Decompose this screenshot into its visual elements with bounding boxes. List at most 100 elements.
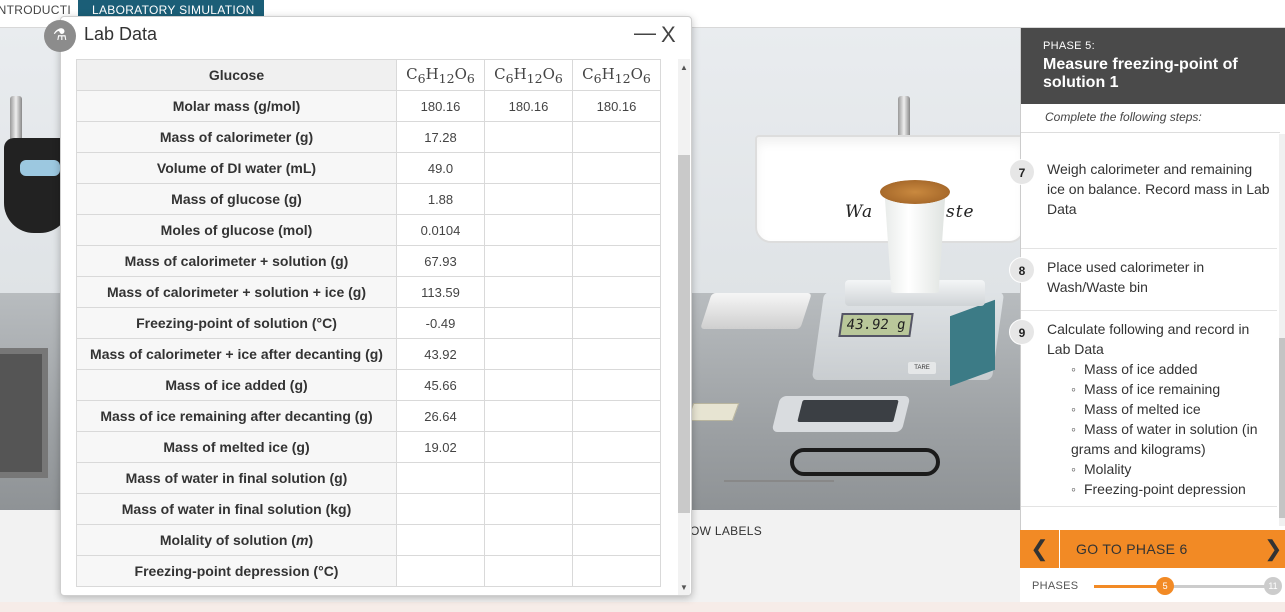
phases-label: PHASES — [1032, 580, 1079, 592]
data-cell-col-1[interactable]: 0.0104 — [396, 214, 485, 246]
data-cell-col-3[interactable] — [572, 462, 661, 494]
data-cell-col-1[interactable]: 67.93 — [396, 245, 485, 277]
lab-data-title: Lab Data — [84, 24, 158, 44]
data-cell-col-1[interactable]: 113.59 — [396, 276, 485, 308]
data-cell-col-3[interactable] — [572, 400, 661, 432]
data-cell-col-3[interactable] — [572, 493, 661, 525]
lab-data-scroll-thumb[interactable] — [678, 155, 690, 513]
row-label: Mass of glucose (g) — [76, 183, 397, 215]
header-label: Glucose — [76, 59, 397, 91]
data-cell-col-1[interactable]: 1.88 — [396, 183, 485, 215]
test-tube-rack[interactable] — [686, 403, 740, 421]
data-cell-col-1[interactable] — [396, 524, 485, 556]
data-cell-col-2[interactable] — [484, 152, 573, 184]
data-cell-col-3[interactable] — [572, 276, 661, 308]
data-cell-col-3[interactable]: 180.16 — [572, 90, 661, 122]
data-cell-col-1[interactable]: 45.66 — [396, 369, 485, 401]
data-cell-col-1[interactable]: 26.64 — [396, 400, 485, 432]
bottom-strip — [0, 602, 1285, 612]
step-number: 9 — [1009, 319, 1035, 345]
row-label: Mass of melted ice (g) — [76, 431, 397, 463]
data-cell-col-2[interactable] — [484, 245, 573, 277]
data-cell-col-3[interactable] — [572, 307, 661, 339]
data-cell-col-3[interactable] — [572, 524, 661, 556]
data-cell-col-3[interactable] — [572, 555, 661, 587]
data-cell-col-2[interactable] — [484, 307, 573, 339]
step-7: 7 Weigh calorimeter and remaining ice on… — [1009, 151, 1277, 249]
thermometer-screen — [797, 400, 899, 422]
go-to-phase-button[interactable]: GO TO PHASE 6 — [1076, 530, 1188, 568]
data-cell-col-1[interactable]: -0.49 — [396, 307, 485, 339]
data-cell-col-1[interactable]: 180.16 — [396, 90, 485, 122]
list-item: Mass of melted ice — [1071, 399, 1273, 419]
data-cell-col-3[interactable] — [572, 369, 661, 401]
instructions-panel: PHASE 5: Measure freezing-point of solut… — [1009, 28, 1285, 602]
chevron-left-icon[interactable]: ❮ — [1020, 530, 1060, 568]
lab-data-table: Glucose C6H12O6 C6H12O6 C6H12O6 Molar ma… — [76, 59, 661, 587]
table-row: Mass of glucose (g) 1.88 — [76, 183, 661, 215]
tab-introduction[interactable]: INTRODUCTION — [0, 0, 70, 18]
data-cell-col-1[interactable]: 17.28 — [396, 121, 485, 153]
row-label: Volume of DI water (mL) — [76, 152, 397, 184]
data-cell-col-1[interactable]: 49.0 — [396, 152, 485, 184]
data-cell-col-2[interactable] — [484, 369, 573, 401]
data-cell-col-2[interactable]: 180.16 — [484, 90, 573, 122]
list-item: Mass of ice added — [1071, 359, 1273, 379]
data-cell-col-1[interactable] — [396, 462, 485, 494]
data-cell-col-2[interactable] — [484, 214, 573, 246]
flask-icon: ⚗ — [44, 20, 76, 52]
weighing-dish-stack[interactable] — [700, 293, 812, 329]
data-cell-col-2[interactable] — [484, 555, 573, 587]
data-cell-col-2[interactable] — [484, 183, 573, 215]
header-formula-1: C6H12O6 — [396, 59, 485, 91]
scroll-up-icon[interactable]: ▲ — [680, 63, 688, 72]
current-phase-dot[interactable]: 5 — [1156, 577, 1175, 595]
sink — [0, 348, 48, 478]
data-cell-col-1[interactable] — [396, 493, 485, 525]
data-cell-col-2[interactable] — [484, 121, 573, 153]
phase-title: Measure freezing-point of solution 1 — [1043, 56, 1238, 91]
tare-button[interactable]: TARE — [908, 362, 936, 374]
data-cell-col-2[interactable] — [484, 462, 573, 494]
data-cell-col-3[interactable] — [572, 338, 661, 370]
table-row: Mass of water in final solution (g) — [76, 462, 661, 494]
lab-data-table-container[interactable]: Glucose C6H12O6 C6H12O6 C6H12O6 Molar ma… — [76, 59, 676, 589]
chevron-right-icon[interactable]: ❯ — [1264, 530, 1282, 568]
minimize-button[interactable]: — — [634, 20, 656, 46]
calorimeter-contents — [880, 180, 950, 204]
data-cell-col-3[interactable] — [572, 245, 661, 277]
table-row: Freezing-point depression (°C) — [76, 555, 661, 587]
data-cell-col-3[interactable] — [572, 431, 661, 463]
row-label: Mass of water in final solution (g) — [76, 462, 397, 494]
data-cell-col-2[interactable] — [484, 276, 573, 308]
step-9-content: Calculate following and record in Lab Da… — [1047, 319, 1273, 499]
step-number: 8 — [1009, 257, 1035, 283]
data-cell-col-2[interactable] — [484, 338, 573, 370]
show-labels-toggle[interactable]: OW LABELS — [690, 524, 762, 538]
data-cell-col-1[interactable]: 43.92 — [396, 338, 485, 370]
data-cell-col-1[interactable]: 19.02 — [396, 431, 485, 463]
instructions-scroll-thumb[interactable] — [1279, 338, 1285, 518]
close-button[interactable]: X — [661, 22, 676, 48]
data-cell-col-2[interactable] — [484, 431, 573, 463]
data-cell-col-3[interactable] — [572, 121, 661, 153]
data-cell-col-3[interactable] — [572, 152, 661, 184]
data-cell-col-2[interactable] — [484, 400, 573, 432]
table-row: Volume of DI water (mL) 49.0 — [76, 152, 661, 184]
bin-label-right: ste — [946, 202, 975, 222]
probe-cable — [790, 448, 940, 476]
data-cell-col-3[interactable] — [572, 183, 661, 215]
step-8: 8 Place used calorimeter in Wash/Waste b… — [1009, 249, 1277, 311]
temperature-probe[interactable] — [724, 480, 834, 482]
step-text: Weigh calorimeter and remaining ice on b… — [1047, 161, 1270, 217]
data-cell-col-2[interactable] — [484, 524, 573, 556]
last-phase-dot[interactable]: 11 — [1264, 577, 1282, 595]
bin-label-left: Wa — [845, 202, 874, 222]
row-label: Mass of calorimeter + ice after decantin… — [76, 338, 397, 370]
data-cell-col-2[interactable] — [484, 493, 573, 525]
ice-in-bowl — [20, 160, 60, 176]
scroll-down-icon[interactable]: ▼ — [680, 583, 688, 592]
data-cell-col-3[interactable] — [572, 214, 661, 246]
data-cell-col-1[interactable] — [396, 555, 485, 587]
balance-display: 43.92 g — [838, 313, 914, 337]
